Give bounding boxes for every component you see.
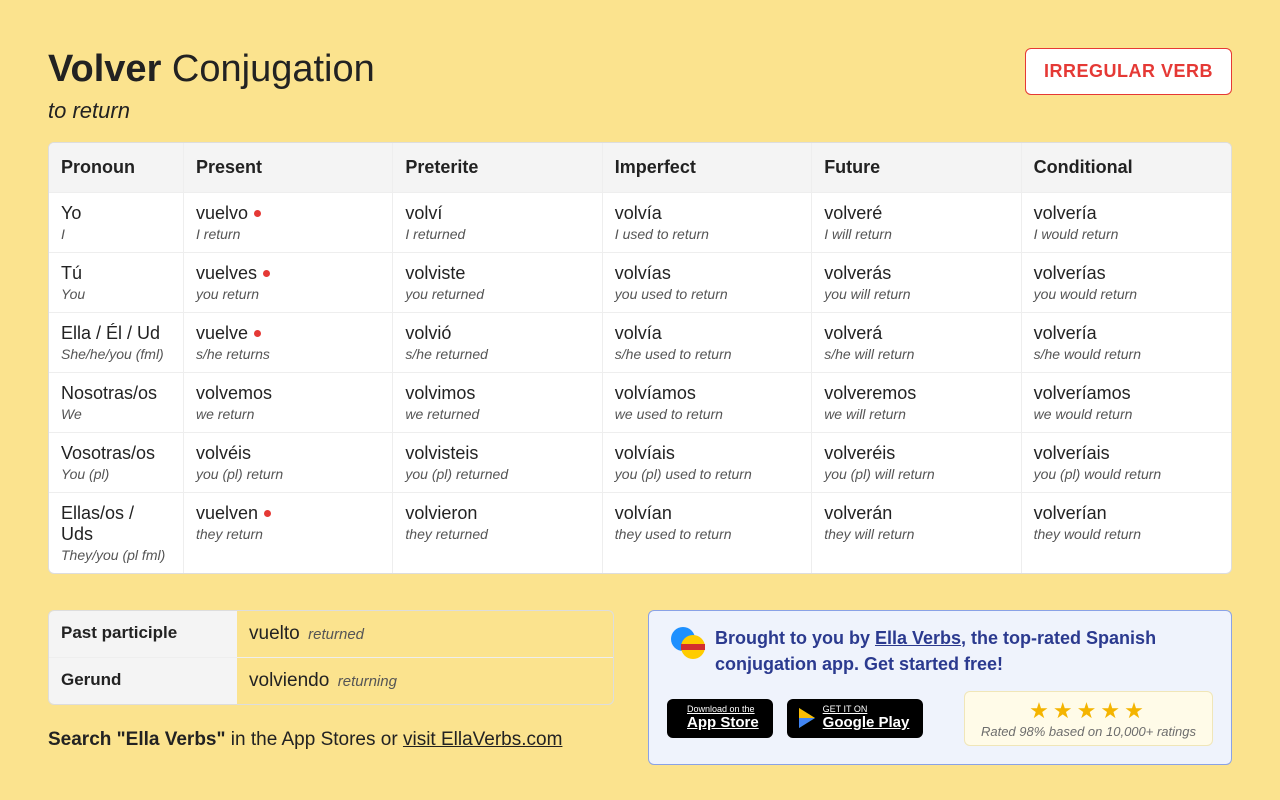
conjugation-cell: volveránthey will return [812,493,1021,573]
page-title: Volver Conjugation [48,48,375,92]
irregular-dot-icon [254,210,261,217]
table-row: Ella / Él / UdShe/he/you (fml)vuelves/he… [49,313,1231,373]
table-row: Ellas/os / UdsThey/you (pl fml)vuelventh… [49,493,1231,573]
column-header: Imperfect [603,143,812,193]
table-row: YoIvuelvoI returnvolvíI returnedvolvíaI … [49,193,1231,253]
conjugation-cell: TúYou [49,253,184,313]
participle-table: Past participle vuelto returned Gerund v… [48,610,614,705]
conjugation-cell: volveríamoswe would return [1022,373,1231,433]
irregular-verb-badge: IRREGULAR VERB [1025,48,1232,95]
conjugation-cell: vuelvesyou return [184,253,393,313]
conjugation-cell: volveríaI would return [1022,193,1231,253]
conjugation-table: PronounPresentPreteriteImperfectFutureCo… [48,142,1232,574]
conjugation-cell: volverías/he would return [1022,313,1231,373]
conjugation-cell: volverásyou will return [812,253,1021,313]
column-header: Present [184,143,393,193]
google-play-button[interactable]: GET IT ONGoogle Play [787,699,924,738]
conjugation-cell: vuelventhey return [184,493,393,573]
column-header: Conditional [1022,143,1231,193]
star-icon: ★★★★★ [981,698,1196,724]
conjugation-cell: volvemoswe return [184,373,393,433]
conjugation-cell: volvieronthey returned [393,493,602,573]
conjugation-cell: volveríanthey would return [1022,493,1231,573]
conjugation-cell: volvíaisyou (pl) used to return [603,433,812,493]
gerund-label: Gerund [49,658,237,704]
conjugation-cell: volveríaisyou (pl) would return [1022,433,1231,493]
conjugation-cell: Vosotras/osYou (pl) [49,433,184,493]
irregular-dot-icon [263,270,270,277]
table-row: TúYouvuelvesyou returnvolvisteyou return… [49,253,1231,313]
table-row: Vosotras/osYou (pl)volvéisyou (pl) retur… [49,433,1231,493]
conjugation-cell: volvíI returned [393,193,602,253]
conjugation-cell: volveríasyou would return [1022,253,1231,313]
column-header: Preterite [393,143,602,193]
conjugation-cell: volvíaI used to return [603,193,812,253]
rating-card: ★★★★★ Rated 98% based on 10,000+ ratings [964,691,1213,746]
conjugation-cell: volvisteisyou (pl) returned [393,433,602,493]
visit-ellaverbs-link[interactable]: visit EllaVerbs.com [403,729,562,750]
conjugation-cell: volvíasyou used to return [603,253,812,313]
conjugation-cell: volverás/he will return [812,313,1021,373]
conjugation-cell: volvisteyou returned [393,253,602,313]
conjugation-cell: Ellas/os / UdsThey/you (pl fml) [49,493,184,573]
conjugation-cell: volvíamoswe used to return [603,373,812,433]
conjugation-cell: volvéisyou (pl) return [184,433,393,493]
google-play-icon [799,708,815,728]
table-row: Nosotras/osWevolvemoswe returnvolvimoswe… [49,373,1231,433]
irregular-dot-icon [264,510,271,517]
conjugation-cell: volvimoswe returned [393,373,602,433]
promo-box: Brought to you by Ella Verbs, the top-ra… [648,610,1232,765]
conjugation-cell: Nosotras/osWe [49,373,184,433]
irregular-dot-icon [254,330,261,337]
conjugation-cell: vuelves/he returns [184,313,393,373]
verb-translation: to return [48,98,375,124]
conjugation-cell: volvías/he used to return [603,313,812,373]
flags-icon [667,627,703,663]
app-store-button[interactable]: Download on theApp Store [667,699,773,738]
conjugation-cell: Ella / Él / UdShe/he/you (fml) [49,313,184,373]
past-participle-value: vuelto returned [237,611,613,658]
conjugation-cell: volviós/he returned [393,313,602,373]
column-header: Pronoun [49,143,184,193]
conjugation-cell: YoI [49,193,184,253]
gerund-value: volviendo returning [237,658,613,704]
column-header: Future [812,143,1021,193]
ella-verbs-link[interactable]: Ella Verbs [875,628,961,648]
conjugation-cell: volveremoswe will return [812,373,1021,433]
conjugation-cell: volveréI will return [812,193,1021,253]
conjugation-cell: vuelvoI return [184,193,393,253]
conjugation-cell: volvíanthey used to return [603,493,812,573]
past-participle-label: Past participle [49,611,237,658]
promo-text: Brought to you by Ella Verbs, the top-ra… [715,625,1213,677]
conjugation-cell: volveréisyou (pl) will return [812,433,1021,493]
search-tip: Search "Ella Verbs" in the App Stores or… [48,729,614,751]
